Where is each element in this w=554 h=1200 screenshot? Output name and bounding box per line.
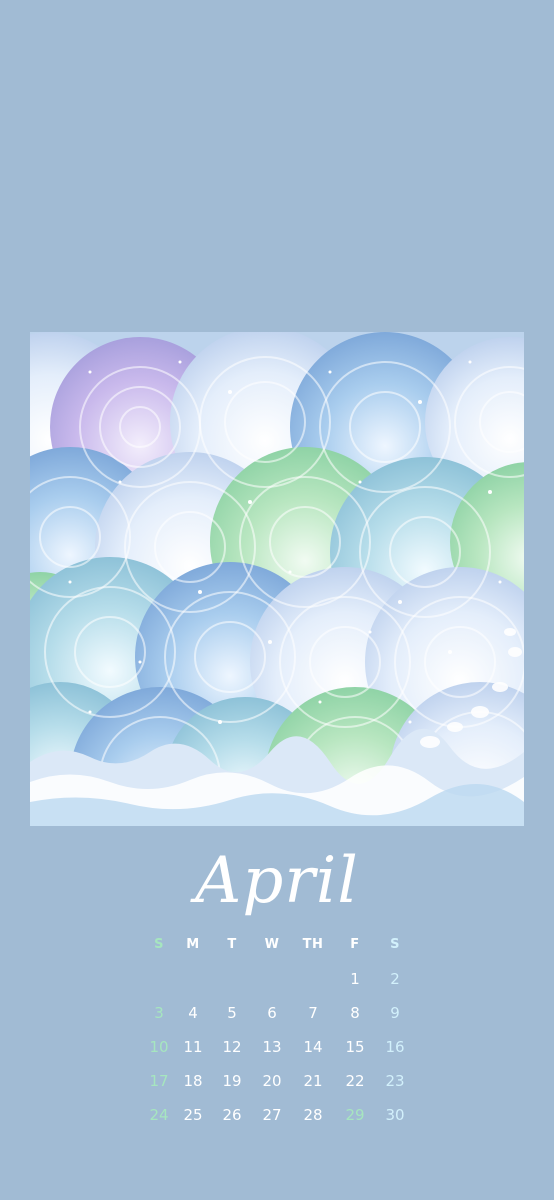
calendar-week-row: 1 2: [136, 962, 420, 996]
calendar-day: 19: [222, 1072, 242, 1090]
calendar-day: 5: [227, 1004, 237, 1022]
painted-waves-icon: [30, 332, 524, 826]
calendar-day: 20: [262, 1072, 282, 1090]
calendar-day: 28: [303, 1106, 323, 1124]
calendar-week-row: 17 18 19 20 21 22 23: [136, 1064, 420, 1098]
calendar-day: 4: [188, 1004, 198, 1022]
calendar-day: 29: [345, 1106, 365, 1124]
calendar-day: 8: [350, 1004, 360, 1022]
calendar-day: 26: [222, 1106, 242, 1124]
weekday-header-saturday: S: [390, 937, 400, 952]
weekday-header-thursday: TH: [302, 937, 324, 952]
calendar-day: 9: [390, 1004, 400, 1022]
calendar-day: 2: [390, 970, 400, 988]
calendar-day: 27: [262, 1106, 282, 1124]
calendar-day: 12: [222, 1038, 242, 1056]
weekday-header-monday: M: [186, 937, 200, 952]
calendar-day: 16: [385, 1038, 405, 1056]
calendar-day: 18: [183, 1072, 203, 1090]
weekday-header-wednesday: W: [264, 937, 280, 952]
calendar-week-row: 3 4 5 6 7 8 9: [136, 996, 420, 1030]
calendar-day: 23: [385, 1072, 405, 1090]
calendar-day: 15: [345, 1038, 365, 1056]
calendar-day: 7: [308, 1004, 318, 1022]
calendar-week-row: 24 25 26 27 28 29 30: [136, 1098, 420, 1132]
calendar-grid: S M T W TH F S 1 2 3 4 5 6 7 8 9 10 11 1…: [136, 928, 420, 1132]
calendar-day: 25: [183, 1106, 203, 1124]
weekday-header-row: S M T W TH F S: [136, 928, 420, 962]
calendar-day: 13: [262, 1038, 282, 1056]
month-title: April: [195, 844, 359, 918]
calendar-day: 30: [385, 1106, 405, 1124]
calendar-day: 6: [267, 1004, 277, 1022]
calendar-day: 11: [183, 1038, 203, 1056]
calendar-day: 1: [350, 970, 360, 988]
calendar-day: 22: [345, 1072, 365, 1090]
painted-waves-artwork: [30, 332, 524, 826]
calendar-day: 14: [303, 1038, 323, 1056]
weekday-header-tuesday: T: [227, 937, 237, 952]
calendar-week-row: 10 11 12 13 14 15 16: [136, 1030, 420, 1064]
calendar-day: 21: [303, 1072, 323, 1090]
weekday-header-friday: F: [350, 937, 360, 952]
